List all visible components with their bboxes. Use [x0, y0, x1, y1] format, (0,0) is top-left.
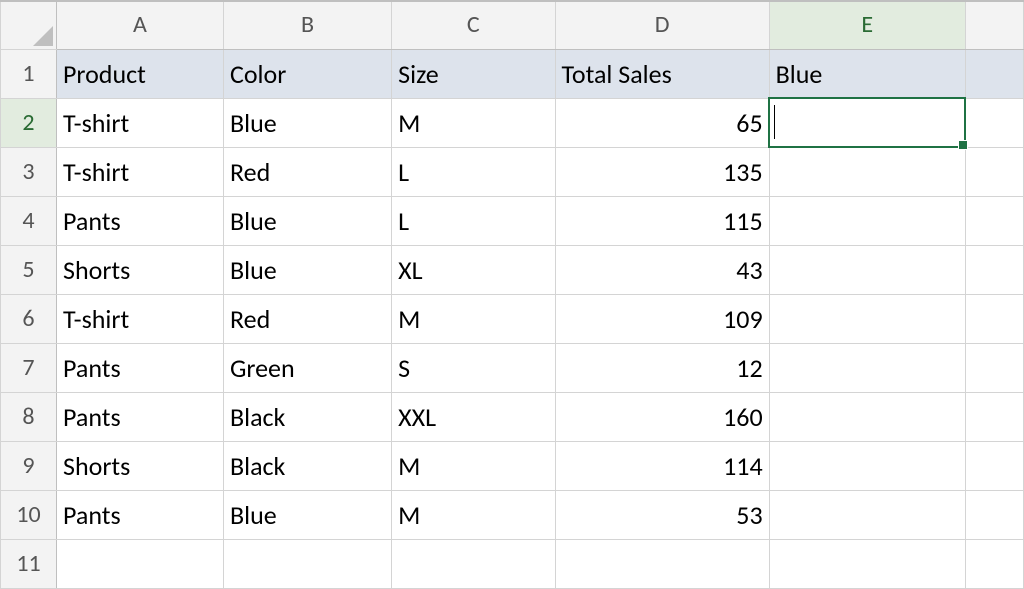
row-11: 11 [1, 539, 1024, 588]
cell-B3[interactable]: Red [223, 147, 391, 196]
cell-D7[interactable]: 12 [555, 343, 769, 392]
row-1: 1 Product Color Size Total Sales Blue [1, 49, 1024, 98]
row-header-9[interactable]: 9 [1, 441, 57, 490]
col-header-A[interactable]: A [57, 1, 224, 49]
cell-A4[interactable]: Pants [57, 196, 224, 245]
cell-A9[interactable]: Shorts [57, 441, 224, 490]
cell-F5[interactable] [965, 245, 1023, 294]
cell-F11[interactable] [965, 539, 1023, 588]
col-header-C[interactable]: C [392, 1, 555, 49]
col-header-F[interactable] [965, 1, 1023, 49]
column-header-row: A B C D E [1, 1, 1024, 49]
cell-D2[interactable]: 65 [555, 98, 769, 147]
row-2: 2 T-shirt Blue M 65 [1, 98, 1024, 147]
cell-B10[interactable]: Blue [223, 490, 391, 539]
row-3: 3 T-shirt Red L 135 [1, 147, 1024, 196]
cell-A7[interactable]: Pants [57, 343, 224, 392]
row-header-7[interactable]: 7 [1, 343, 57, 392]
edit-caret-icon [774, 105, 775, 139]
row-header-5[interactable]: 5 [1, 245, 57, 294]
cell-E5[interactable] [769, 245, 965, 294]
row-8: 8 Pants Black XXL 160 [1, 392, 1024, 441]
row-7: 7 Pants Green S 12 [1, 343, 1024, 392]
row-header-10[interactable]: 10 [1, 490, 57, 539]
cell-C3[interactable]: L [392, 147, 555, 196]
cell-E8[interactable] [769, 392, 965, 441]
cell-D11[interactable] [555, 539, 769, 588]
row-header-6[interactable]: 6 [1, 294, 57, 343]
row-9: 9 Shorts Black M 114 [1, 441, 1024, 490]
cell-D8[interactable]: 160 [555, 392, 769, 441]
cell-A11[interactable] [57, 539, 224, 588]
cell-B5[interactable]: Blue [223, 245, 391, 294]
cell-A5[interactable]: Shorts [57, 245, 224, 294]
cell-A3[interactable]: T-shirt [57, 147, 224, 196]
cell-D4[interactable]: 115 [555, 196, 769, 245]
cell-D9[interactable]: 114 [555, 441, 769, 490]
cell-E11[interactable] [769, 539, 965, 588]
col-header-E[interactable]: E [769, 1, 965, 49]
cell-E3[interactable] [769, 147, 965, 196]
cell-E1[interactable]: Blue [769, 49, 965, 98]
cell-F7[interactable] [965, 343, 1023, 392]
row-header-1[interactable]: 1 [1, 49, 57, 98]
cell-F3[interactable] [965, 147, 1023, 196]
cell-C2[interactable]: M [392, 98, 555, 147]
row-header-4[interactable]: 4 [1, 196, 57, 245]
cell-C11[interactable] [392, 539, 555, 588]
cell-C10[interactable]: M [392, 490, 555, 539]
cell-C6[interactable]: M [392, 294, 555, 343]
cell-A1[interactable]: Product [57, 49, 224, 98]
cell-F4[interactable] [965, 196, 1023, 245]
cell-D10[interactable]: 53 [555, 490, 769, 539]
cell-D6[interactable]: 109 [555, 294, 769, 343]
col-header-D[interactable]: D [555, 1, 769, 49]
cell-F8[interactable] [965, 392, 1023, 441]
cell-C5[interactable]: XL [392, 245, 555, 294]
cell-B6[interactable]: Red [223, 294, 391, 343]
cell-B8[interactable]: Black [223, 392, 391, 441]
cell-B1[interactable]: Color [223, 49, 391, 98]
cell-C8[interactable]: XXL [392, 392, 555, 441]
cell-B2[interactable]: Blue [223, 98, 391, 147]
row-header-2[interactable]: 2 [1, 98, 57, 147]
cell-E7[interactable] [769, 343, 965, 392]
row-6: 6 T-shirt Red M 109 [1, 294, 1024, 343]
cell-F2[interactable] [965, 98, 1023, 147]
cell-F6[interactable] [965, 294, 1023, 343]
cell-B7[interactable]: Green [223, 343, 391, 392]
cell-E6[interactable] [769, 294, 965, 343]
select-all-corner[interactable] [1, 1, 57, 49]
col-header-B[interactable]: B [223, 1, 391, 49]
cell-A6[interactable]: T-shirt [57, 294, 224, 343]
row-header-8[interactable]: 8 [1, 392, 57, 441]
cell-B9[interactable]: Black [223, 441, 391, 490]
cell-C9[interactable]: M [392, 441, 555, 490]
row-header-3[interactable]: 3 [1, 147, 57, 196]
cell-E2[interactable] [769, 98, 965, 147]
row-4: 4 Pants Blue L 115 [1, 196, 1024, 245]
row-10: 10 Pants Blue M 53 [1, 490, 1024, 539]
cell-B4[interactable]: Blue [223, 196, 391, 245]
grid-table[interactable]: A B C D E 1 Product Color Size Total Sal… [0, 0, 1024, 589]
cell-A10[interactable]: Pants [57, 490, 224, 539]
row-5: 5 Shorts Blue XL 43 [1, 245, 1024, 294]
spreadsheet-grid[interactable]: A B C D E 1 Product Color Size Total Sal… [0, 0, 1024, 589]
cell-E10[interactable] [769, 490, 965, 539]
cell-E9[interactable] [769, 441, 965, 490]
row-header-11[interactable]: 11 [1, 539, 57, 588]
cell-C1[interactable]: Size [392, 49, 555, 98]
cell-F10[interactable] [965, 490, 1023, 539]
cell-F1[interactable] [965, 49, 1023, 98]
cell-E4[interactable] [769, 196, 965, 245]
cell-A8[interactable]: Pants [57, 392, 224, 441]
cell-F9[interactable] [965, 441, 1023, 490]
cell-C7[interactable]: S [392, 343, 555, 392]
cell-C4[interactable]: L [392, 196, 555, 245]
cell-D3[interactable]: 135 [555, 147, 769, 196]
cell-D5[interactable]: 43 [555, 245, 769, 294]
cell-A2[interactable]: T-shirt [57, 98, 224, 147]
cell-B11[interactable] [223, 539, 391, 588]
cell-D1[interactable]: Total Sales [555, 49, 769, 98]
